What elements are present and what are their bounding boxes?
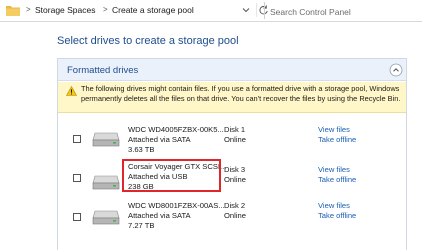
take-offline-link[interactable]: Take offline bbox=[318, 135, 356, 145]
drive-checkbox[interactable] bbox=[73, 174, 81, 182]
drive-row: Corsair Voyager GTX SCSI... Attached via… bbox=[58, 160, 406, 196]
drive-size: 7.27 TB bbox=[128, 221, 155, 230]
drive-checkbox[interactable] bbox=[73, 213, 81, 221]
view-files-link[interactable]: View files bbox=[318, 201, 350, 211]
drive-connection: Attached via SATA bbox=[128, 135, 191, 144]
drive-row: WDC WD8001FZBX-00AS... Attached via SATA… bbox=[58, 199, 406, 235]
warning-text: The following drives might contain files… bbox=[81, 84, 401, 103]
hard-drive-icon bbox=[92, 175, 120, 190]
drive-size: 3.63 TB bbox=[128, 145, 155, 154]
highlight-box bbox=[122, 159, 221, 192]
hard-drive-icon bbox=[92, 132, 120, 147]
drive-disk-number: Disk 1 bbox=[224, 125, 246, 134]
drive-connection: Attached via SATA bbox=[128, 211, 191, 220]
warning-banner: The following drives might contain files… bbox=[58, 82, 406, 113]
breadcrumb-separator: > bbox=[26, 5, 31, 14]
drive-status: Online bbox=[224, 135, 246, 144]
hard-drive-icon bbox=[92, 210, 120, 225]
view-files-link[interactable]: View files bbox=[318, 165, 350, 175]
drive-name: WDC WD4005FZBX-00K5... bbox=[128, 125, 224, 134]
breadcrumb-storage-spaces[interactable]: Storage Spaces bbox=[35, 4, 95, 16]
drive-name: WDC WD8001FZBX-00AS... bbox=[128, 201, 225, 210]
take-offline-link[interactable]: Take offline bbox=[318, 211, 356, 221]
breadcrumb-create-storage-pool[interactable]: Create a storage pool bbox=[112, 4, 194, 16]
panel-title: Formatted drives bbox=[67, 65, 139, 76]
search-input[interactable] bbox=[265, 3, 422, 21]
drive-status: Online bbox=[224, 211, 246, 220]
drive-row: WDC WD4005FZBX-00K5... Attached via SATA… bbox=[58, 121, 406, 157]
drive-checkbox[interactable] bbox=[73, 135, 81, 143]
take-offline-link[interactable]: Take offline bbox=[318, 175, 356, 185]
breadcrumb-separator: > bbox=[103, 5, 108, 14]
drive-disk-number: Disk 3 bbox=[224, 165, 246, 174]
chevron-down-icon[interactable] bbox=[240, 3, 252, 17]
search-field[interactable] bbox=[264, 2, 422, 21]
panel-header[interactable]: Formatted drives bbox=[58, 59, 406, 81]
view-files-link[interactable]: View files bbox=[318, 125, 350, 135]
formatted-drives-panel: Formatted drives The following drives mi… bbox=[57, 58, 407, 250]
page-title: Select drives to create a storage pool bbox=[57, 35, 239, 47]
address-bar: > Storage Spaces > Create a storage pool bbox=[0, 0, 422, 22]
warning-icon bbox=[66, 86, 77, 96]
drive-status: Online bbox=[224, 175, 246, 184]
collapse-icon[interactable] bbox=[389, 63, 403, 77]
drive-disk-number: Disk 2 bbox=[224, 201, 246, 210]
control-panel-folder-icon bbox=[6, 6, 20, 16]
